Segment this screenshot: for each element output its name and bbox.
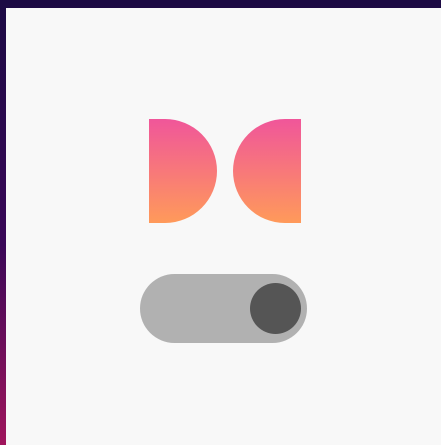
half-circles-logo-icon bbox=[149, 119, 301, 223]
toggle-knob[interactable] bbox=[250, 283, 301, 334]
main-panel bbox=[6, 8, 441, 445]
logo-left-half-icon bbox=[149, 119, 217, 223]
toggle-switch[interactable] bbox=[140, 274, 307, 343]
logo-right-half-icon bbox=[233, 119, 301, 223]
